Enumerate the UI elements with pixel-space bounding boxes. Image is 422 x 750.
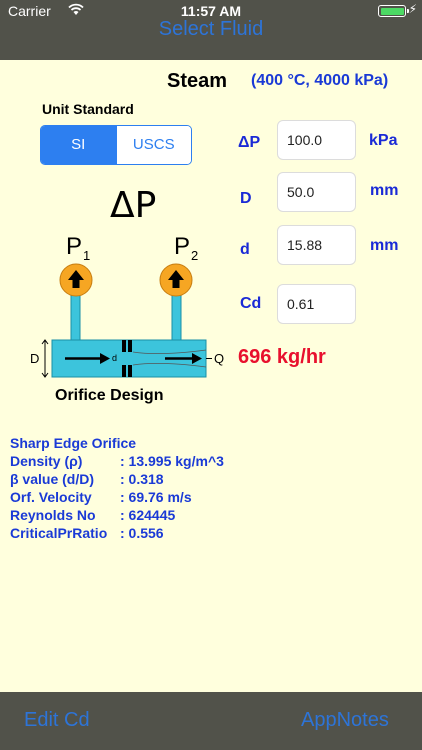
orifice-diameter-label: d xyxy=(240,241,250,258)
main-content: Steam (400 °C, 4000 kPa) Unit Standard S… xyxy=(0,60,422,692)
unit-si-option[interactable]: SI xyxy=(41,126,116,164)
unit-uscs-option[interactable]: USCS xyxy=(115,126,191,164)
cd-input[interactable]: 0.61 xyxy=(277,284,356,324)
p2-gauge-icon xyxy=(159,263,193,297)
status-bar: Carrier 11:57 AM ⚡ xyxy=(0,0,422,20)
delta-p-title: ΔP xyxy=(110,185,157,226)
app-notes-button[interactable]: AppNotes xyxy=(301,709,389,732)
orifice-diameter-unit: mm xyxy=(370,237,399,254)
d-outer-label: D xyxy=(30,351,39,366)
info-row: Orf. Velocity: 69.76 m/s xyxy=(10,489,192,505)
d-inner-label: d xyxy=(112,353,117,363)
p2-label: P xyxy=(174,233,190,260)
dp-unit: kPa xyxy=(369,132,398,149)
dp-input[interactable]: 100.0 xyxy=(277,120,356,160)
orifice-design-caption: Orifice Design xyxy=(55,387,164,404)
pipe-diameter-label: D xyxy=(240,190,252,207)
p1-gauge-icon xyxy=(59,263,93,297)
p1-subscript: 1 xyxy=(83,248,90,263)
select-fluid-button[interactable]: Select Fluid xyxy=(0,18,422,41)
fluid-conditions: (400 °C, 4000 kPa) xyxy=(251,72,389,89)
edit-cd-button[interactable]: Edit Cd xyxy=(24,709,90,732)
fluid-name: Steam xyxy=(167,70,228,92)
p1-label: P xyxy=(66,233,82,260)
unit-standard-segmented-control[interactable]: SI USCS xyxy=(40,125,192,165)
orifice-diagram: P 1 P 2 D d Q xyxy=(30,233,224,378)
info-panel: Sharp Edge Orifice Density (ρ): 13.995 k… xyxy=(10,434,224,542)
cd-label: Cd xyxy=(240,295,262,312)
info-title: Sharp Edge Orifice xyxy=(10,435,137,451)
clock: 11:57 AM xyxy=(180,3,242,19)
p1-tap xyxy=(70,294,81,341)
dp-label: ΔP xyxy=(238,134,261,151)
pipe-diameter-unit: mm xyxy=(370,182,399,199)
info-row: Reynolds No: 624445 xyxy=(10,507,176,523)
pipe-diameter-input[interactable]: 50.0 xyxy=(277,172,356,212)
flow-result: 696 kg/hr xyxy=(238,346,326,368)
info-row: CriticalPrRatio: 0.556 xyxy=(10,525,164,541)
q-label: Q xyxy=(214,351,224,366)
info-row: β value (d/D): 0.318 xyxy=(10,471,164,487)
charging-icon: ⚡ xyxy=(408,2,417,16)
battery-icon xyxy=(378,5,409,17)
info-row: Density (ρ): 13.995 kg/m^3 xyxy=(10,453,224,469)
p2-tap xyxy=(171,294,182,341)
p2-subscript: 2 xyxy=(191,248,198,263)
unit-standard-label: Unit Standard xyxy=(42,101,134,117)
orifice-diameter-input[interactable]: 15.88 xyxy=(277,225,356,265)
